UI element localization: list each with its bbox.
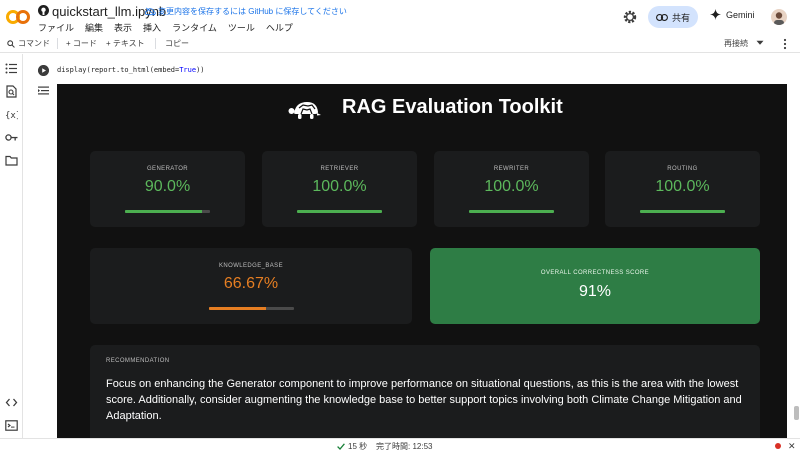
metric-card-knowledge-base: KNOWLEDGE_BASE 66.67% — [90, 248, 412, 324]
notebook-toolbar: コマンド + コード + テキスト コピー 再接続 — [0, 35, 800, 53]
menu-tools[interactable]: ツール — [228, 21, 255, 34]
status-bar: 15 秒 完了時間: 12:53 ✕ — [0, 438, 800, 453]
menu-help[interactable]: ヘルプ — [266, 21, 293, 34]
completion-time: 完了時間: 12:53 — [376, 442, 433, 451]
side-rail: {x} — [0, 54, 23, 438]
cloud-off-icon — [145, 7, 156, 16]
run-cell-button[interactable] — [38, 65, 49, 76]
metric-progress-fill — [469, 210, 554, 213]
colab-header: quickstart_llm.ipynb 変更内容を保存するには GitHub … — [0, 0, 800, 34]
metric-label: GENERATOR — [146, 166, 189, 172]
code-cell-source[interactable]: display(report.to_html(embed=True)) — [57, 66, 205, 74]
more-vert-icon[interactable] — [782, 38, 788, 50]
check-icon — [337, 443, 345, 450]
add-text-button[interactable]: + テキスト — [106, 38, 145, 49]
report-title: RAG Evaluation Toolkit — [342, 96, 563, 118]
recommendation-text: Focus on enhancing the Generator compone… — [106, 378, 742, 422]
metric-value: 100.0% — [484, 178, 539, 195]
metric-card-generator: GENERATOR 90.0% — [90, 151, 245, 227]
menu-file[interactable]: ファイル — [38, 21, 74, 34]
metric-progress-bar — [209, 307, 294, 310]
metric-progress-bar — [469, 210, 554, 213]
menu-bar: ファイル 編集 表示 挿入 ランタイム ツール ヘルプ — [38, 21, 293, 34]
menu-runtime[interactable]: ランタイム — [172, 21, 217, 34]
metric-label: REWRITER — [493, 166, 530, 172]
save-to-github-link[interactable]: 変更内容を保存するには GitHub に保存してください — [158, 6, 347, 17]
menu-edit[interactable]: 編集 — [85, 21, 103, 34]
metric-card-routing: ROUTING 100.0% — [605, 151, 760, 227]
metric-value: 90.0% — [144, 178, 191, 195]
link-icon — [656, 13, 668, 21]
avatar[interactable] — [771, 9, 787, 25]
metric-progress-fill — [640, 210, 725, 213]
colab-logo-icon[interactable] — [6, 8, 30, 26]
add-code-button[interactable]: + コード — [66, 38, 97, 49]
secrets-key-icon[interactable] — [5, 131, 18, 144]
command-palette-button[interactable]: コマンド — [7, 38, 50, 49]
code-close: )) — [196, 66, 205, 74]
code-call: display(report.to_html(embed= — [57, 66, 180, 74]
folder-icon[interactable] — [5, 154, 18, 167]
recommendation-label: RECOMMENDATION — [106, 358, 170, 364]
gear-icon[interactable] — [622, 9, 638, 25]
menu-insert[interactable]: 挿入 — [143, 21, 161, 34]
svg-text:{x}: {x} — [5, 111, 18, 121]
code-keyword: True — [179, 66, 197, 74]
overall-score-label: OVERALL CORRECTNESS SCORE — [540, 270, 650, 276]
overall-score-value: 91% — [578, 283, 612, 300]
metric-value: 100.0% — [655, 178, 710, 195]
close-icon[interactable]: ✕ — [788, 441, 796, 452]
turtle-logo-icon — [288, 102, 321, 119]
search-icon — [7, 39, 15, 48]
metric-label: ROUTING — [667, 166, 698, 172]
metric-label: RETRIEVER — [320, 166, 359, 172]
recommendation-card: RECOMMENDATION Focus on enhancing the Ge… — [90, 345, 760, 438]
gemini-spark-icon — [710, 9, 721, 20]
toc-icon[interactable] — [5, 62, 18, 75]
share-label: 共有 — [671, 12, 690, 23]
github-icon[interactable] — [38, 5, 49, 16]
overall-score-card: OVERALL CORRECTNESS SCORE 91% — [430, 248, 760, 324]
metric-progress-fill — [297, 210, 382, 213]
chevron-down-icon[interactable] — [756, 40, 764, 46]
metric-label: KNOWLEDGE_BASE — [219, 263, 283, 269]
command-label: コマンド — [18, 39, 50, 48]
output-scrollbar-handle[interactable] — [794, 406, 799, 420]
copy-to-drive-button[interactable]: コピー — [165, 38, 189, 49]
gemini-label: Gemini — [726, 9, 755, 20]
metric-progress-bar — [640, 210, 725, 213]
cell-output: RAG Evaluation Toolkit GENERATOR 90.0% R… — [57, 84, 787, 438]
metric-progress-fill — [125, 210, 202, 213]
gemini-button[interactable]: Gemini — [710, 9, 755, 20]
metric-value: 66.67% — [223, 275, 279, 292]
code-brackets-icon[interactable] — [5, 396, 18, 409]
execution-duration: 15 秒 — [348, 442, 368, 451]
terminal-icon[interactable] — [5, 419, 18, 432]
find-icon[interactable] — [5, 85, 18, 98]
runtime-status-dot[interactable] — [775, 443, 781, 449]
reconnect-button[interactable]: 再接続 — [724, 38, 748, 49]
metric-progress-bar — [125, 210, 210, 213]
variables-icon[interactable]: {x} — [5, 108, 18, 121]
metric-value: 100.0% — [312, 178, 367, 195]
toolbar-divider — [155, 38, 156, 49]
metric-card-rewriter: REWRITER 100.0% — [434, 151, 589, 227]
share-button[interactable]: 共有 — [648, 6, 698, 28]
metric-card-retriever: RETRIEVER 100.0% — [262, 151, 417, 227]
output-toggle-icon[interactable] — [38, 86, 49, 95]
metric-progress-fill — [209, 307, 266, 310]
metric-progress-bar — [297, 210, 382, 213]
toolbar-divider — [57, 38, 58, 49]
menu-view[interactable]: 表示 — [114, 21, 132, 34]
